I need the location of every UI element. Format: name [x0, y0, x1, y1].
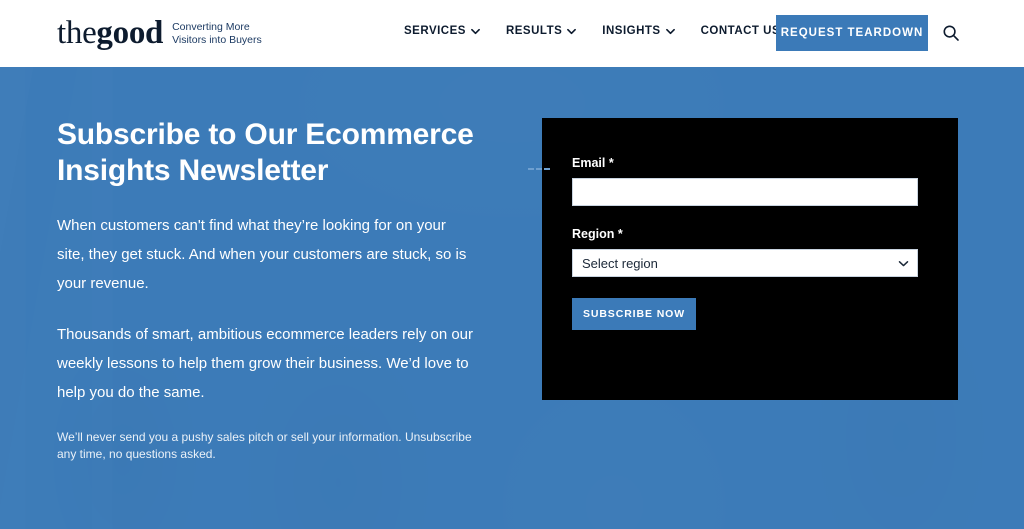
- page-root: thegood Converting More Visitors into Bu…: [0, 0, 1024, 529]
- search-icon[interactable]: [942, 24, 960, 42]
- region-field-label: Region *: [572, 227, 623, 241]
- nav-item-services[interactable]: SERVICES: [404, 25, 480, 37]
- region-select[interactable]: Select region: [572, 249, 918, 277]
- subscribe-now-button[interactable]: SUBSCRIBE NOW: [572, 298, 696, 330]
- chevron-down-icon: [471, 27, 480, 36]
- hero-paragraph-2: Thousands of smart, ambitious ecommerce …: [57, 326, 474, 401]
- logo-tagline-line-1: Converting More: [172, 21, 250, 33]
- site-header: thegood Converting More Visitors into Bu…: [0, 0, 1024, 67]
- logo-tagline: Converting More Visitors into Buyers: [172, 21, 262, 47]
- nav-item-label: RESULTS: [505, 25, 563, 37]
- request-teardown-button[interactable]: REQUEST TEARDOWN: [776, 15, 928, 51]
- logo-word-the: the: [57, 15, 97, 51]
- hero-privacy-note: We’ll never send you a pushy sales pitch…: [57, 430, 472, 461]
- page-title: Subscribe to Our Ecommerce Insights News…: [57, 118, 474, 187]
- nav-item-contact-us[interactable]: CONTACT US: [701, 25, 781, 37]
- main-navigation: SERVICES RESULTS INSIGHTS CONTACT US: [404, 25, 780, 37]
- site-logo[interactable]: thegood Converting More Visitors into Bu…: [57, 14, 262, 52]
- email-input[interactable]: [572, 178, 918, 206]
- email-field-label: Email *: [572, 156, 614, 170]
- hero-paragraph-1: When customers can't find what they’re l…: [57, 217, 467, 292]
- region-select-wrapper: Select region: [572, 249, 918, 277]
- nav-item-insights[interactable]: INSIGHTS: [602, 25, 675, 37]
- logo-word-good: good: [96, 15, 164, 51]
- email-field-group: Email *: [572, 156, 918, 206]
- hero-section: Subscribe to Our Ecommerce Insights News…: [0, 67, 1024, 529]
- chevron-down-icon: [567, 27, 577, 36]
- region-field-group: Region * Select region: [572, 227, 918, 277]
- newsletter-form: Email * Region * Select region SUBSCRIBE…: [572, 156, 918, 330]
- newsletter-form-panel: Email * Region * Select region SUBSCRIBE…: [528, 118, 958, 400]
- nav-item-label: CONTACT US: [700, 25, 781, 37]
- nav-item-results[interactable]: RESULTS: [505, 25, 577, 37]
- chevron-down-icon: [665, 27, 675, 36]
- nav-item-label: INSIGHTS: [602, 25, 661, 37]
- nav-item-label: SERVICES: [404, 25, 466, 37]
- logo-wordmark: thegood: [57, 14, 163, 52]
- logo-tagline-line-2: Visitors into Buyers: [172, 34, 262, 46]
- decorative-dashed-tick: [528, 168, 550, 170]
- hero-copy-column: Subscribe to Our Ecommerce Insights News…: [57, 117, 477, 463]
